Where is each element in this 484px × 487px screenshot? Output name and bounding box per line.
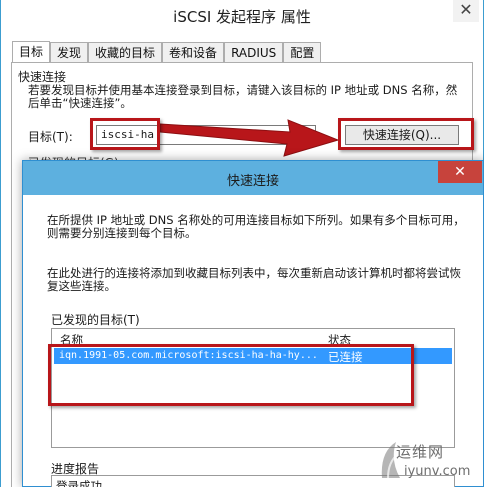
annotation-box-target	[90, 118, 160, 150]
tab-volumes-devices[interactable]: 卷和设备	[162, 42, 225, 63]
tab-favorite-targets[interactable]: 收藏的目标	[88, 42, 163, 63]
tab-discovery[interactable]: 发现	[50, 42, 89, 63]
main-titlebar: iSCSI 发起程序 属性 ✕	[1, 0, 483, 36]
quick-connect-description: 若要发现目标并使用基本连接登录到目标，请键入该目标的 IP 地址或 DNS 名称…	[28, 83, 458, 110]
dialog-close-icon[interactable]: ✕	[438, 161, 482, 183]
tab-targets[interactable]: 目标	[12, 41, 51, 63]
window-title: iSCSI 发起程序 属性	[173, 8, 311, 26]
tab-configuration[interactable]: 配置	[283, 42, 322, 63]
annotation-arrow-icon	[160, 119, 340, 157]
target-label: 目标(T):	[28, 130, 73, 144]
watermark-text-en: iyunv.com	[404, 464, 471, 479]
watermark-text-cn: 运维网	[396, 443, 445, 461]
dialog-description-2: 在此处进行的连接将添加到收藏目标列表中，每次重新启动该计算机时都将尝试恢复这些连…	[47, 266, 461, 293]
dialog-titlebar: 快速连接 ✕	[23, 161, 483, 195]
close-icon[interactable]: ✕	[453, 0, 479, 22]
dialog-title: 快速连接	[226, 174, 279, 189]
annotation-box-quick-connect	[338, 118, 474, 150]
tab-bar: 目标 发现 收藏的目标 卷和设备 RADIUS 配置	[12, 41, 322, 63]
dialog-description-1: 在所提供 IP 地址或 DNS 名称处的可用连接目标如下所列。如果有多个目标可用…	[47, 213, 465, 240]
progress-report-text: 登录成功。	[56, 479, 114, 487]
tab-radius[interactable]: RADIUS	[224, 42, 284, 63]
annotation-box-target-row	[48, 344, 414, 406]
discovered-targets-group-title: 已发现的目标(T)	[51, 313, 140, 327]
